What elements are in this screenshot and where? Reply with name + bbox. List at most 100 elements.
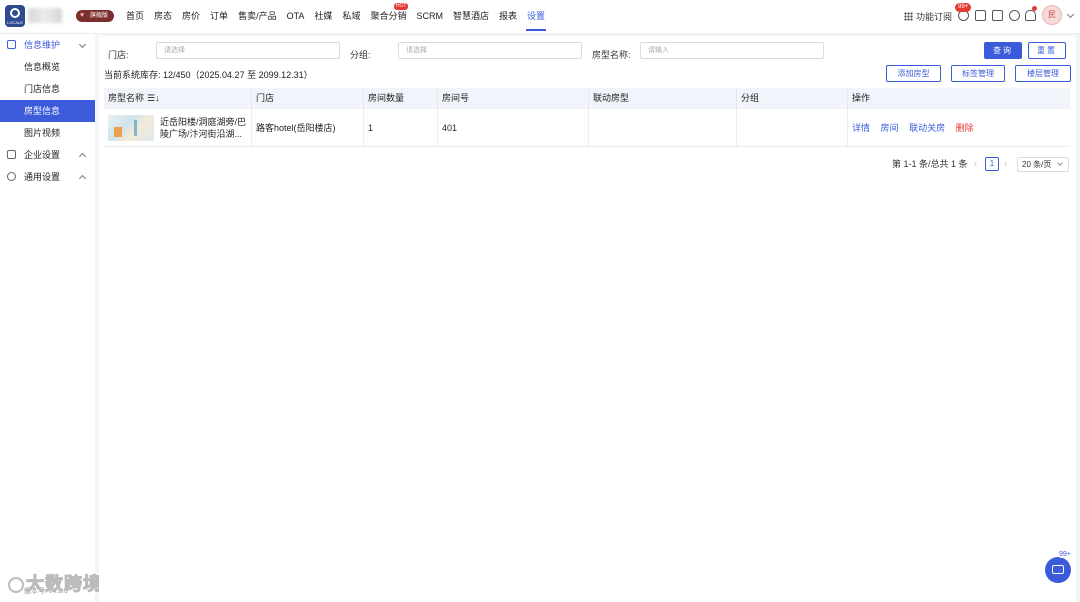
room-type-filter-label: 房型名称: xyxy=(592,50,631,60)
nav-ota[interactable]: OTA xyxy=(282,0,310,33)
nav-products[interactable]: 售卖/产品 xyxy=(233,0,282,33)
detail-link[interactable]: 详情 xyxy=(852,109,870,147)
id-card-icon xyxy=(7,150,16,159)
page-size-label: 20 条/页 xyxy=(1022,160,1052,169)
nav-social[interactable]: 社媒 xyxy=(309,0,337,33)
nav-distribution[interactable]: 聚合分销 HOT xyxy=(365,0,411,33)
edition-badge-label: 旗舰版 xyxy=(90,13,109,19)
col-group: 分组 xyxy=(736,88,847,109)
sidebar-group-info-label: 信息维护 xyxy=(24,40,61,50)
cell-linked-type xyxy=(588,109,736,147)
avatar[interactable]: 民 xyxy=(1042,5,1062,25)
cell-room-number: 401 xyxy=(437,109,588,147)
bell-icon[interactable] xyxy=(1025,10,1036,21)
col-room-count: 房间数量 xyxy=(363,88,437,109)
chevron-down-icon xyxy=(1057,160,1063,166)
sidebar-group-enterprise-label: 企业设置 xyxy=(24,150,61,160)
blurred-account-name xyxy=(28,8,62,23)
room-type-name: 近岳阳楼/洞庭湖旁/巴陵广场/汴河街沿湖... xyxy=(160,117,247,139)
floor-manage-button[interactable]: 楼层管理 xyxy=(1015,65,1071,82)
col-room-type: 房型名称 ☰↓ xyxy=(104,88,251,109)
sidebar-item-overview[interactable]: 信息概览 xyxy=(0,56,95,78)
main-nav: 首页 房态 房价 订单 售卖/产品 OTA 社媒 私域 聚合分销 HOT SCR… xyxy=(121,0,550,33)
col-room-number: 房间号 xyxy=(437,88,588,109)
subscribe-label: 功能订阅 xyxy=(916,12,953,22)
col-room-type-label: 房型名称 xyxy=(108,93,145,103)
room-type-input[interactable]: 请输入 xyxy=(640,42,824,59)
cell-group xyxy=(736,109,847,147)
main-content: 门店: 请选择 分组: 请选择 房型名称: 请输入 查询 重置 当前系统库存: … xyxy=(99,36,1076,602)
chevron-down-icon[interactable] xyxy=(1066,10,1075,19)
top-bar: LOCALE ♥ 旗舰版 首页 房态 房价 订单 售卖/产品 OTA 社媒 私域… xyxy=(0,0,1080,34)
linked-close-link[interactable]: 联动关房 xyxy=(909,109,945,147)
nav-reports[interactable]: 报表 xyxy=(494,0,522,33)
logo-text: LOCALE xyxy=(7,20,23,25)
sidebar: 信息维护 信息概览 门店信息 房型信息 图片视频 企业设置 通用设置 版本号: … xyxy=(0,34,95,602)
cell-store: 路客hotel(岳阳楼店) xyxy=(251,109,363,147)
cell-room-type: 近岳阳楼/洞庭湖旁/巴陵广场/汴河街沿湖... xyxy=(104,109,251,147)
notification-dot xyxy=(1032,6,1037,11)
edit-icon[interactable] xyxy=(992,10,1003,21)
tag-manage-button[interactable]: 标签管理 xyxy=(951,65,1005,82)
group-select[interactable]: 请选择 xyxy=(398,42,582,59)
sidebar-item-room-type[interactable]: 房型信息 xyxy=(0,100,95,122)
subscribe-button[interactable]: 功能订阅 xyxy=(904,10,952,23)
nav-scrm[interactable]: SCRM xyxy=(411,0,448,33)
chat-button[interactable] xyxy=(1045,557,1071,583)
hot-tag: HOT xyxy=(393,3,409,10)
logo-mark-icon xyxy=(10,8,20,18)
sidebar-group-info[interactable]: 信息维护 xyxy=(0,34,95,56)
edition-badge: ♥ 旗舰版 xyxy=(76,10,115,22)
calendar-icon[interactable] xyxy=(975,10,986,21)
chevron-up-icon xyxy=(78,174,87,183)
watermark-logo-icon xyxy=(8,577,24,593)
nav-home[interactable]: 首页 xyxy=(121,0,149,33)
app-logo[interactable]: LOCALE xyxy=(5,5,25,27)
rooms-link[interactable]: 房间 xyxy=(881,109,899,147)
prev-page-icon[interactable]: ‹ xyxy=(974,158,977,168)
store-select[interactable]: 请选择 xyxy=(156,42,340,59)
delete-link[interactable]: 删除 xyxy=(956,109,974,147)
room-thumbnail[interactable] xyxy=(108,115,154,141)
sort-icon[interactable]: ☰↓ xyxy=(147,88,160,109)
nav-room-status[interactable]: 房态 xyxy=(149,0,177,33)
inventory-text: 当前系统库存: 12/450（2025.04.27 至 2099.12.31） xyxy=(104,70,313,80)
watermark-text: 大数跨境 xyxy=(26,574,102,595)
chevron-up-icon xyxy=(78,152,87,161)
sidebar-group-enterprise[interactable]: 企业设置 xyxy=(0,144,95,166)
watermark: 大数跨境 xyxy=(8,570,102,596)
col-linked-type: 联动房型 xyxy=(588,88,736,109)
nav-orders[interactable]: 订单 xyxy=(205,0,233,33)
page-size-select[interactable]: 20 条/页 xyxy=(1017,157,1069,172)
table-row: 近岳阳楼/洞庭湖旁/巴陵广场/汴河街沿湖... 路客hotel(岳阳楼店) 1 … xyxy=(104,109,1070,147)
store-filter-label: 门店: xyxy=(108,50,129,60)
headset-icon[interactable] xyxy=(1009,10,1020,21)
nav-private[interactable]: 私域 xyxy=(337,0,365,33)
next-page-icon[interactable]: › xyxy=(1004,158,1007,168)
sidebar-item-store-info[interactable]: 门店信息 xyxy=(0,78,95,100)
query-button[interactable]: 查询 xyxy=(984,42,1022,59)
nav-settings[interactable]: 设置 xyxy=(522,0,550,33)
reset-button[interactable]: 重置 xyxy=(1028,42,1066,59)
message-badge: 99+ xyxy=(955,3,972,12)
table-header: 房型名称 ☰↓ 门店 房间数量 房间号 联动房型 分组 操作 xyxy=(104,88,1070,109)
heart-icon: ♥ xyxy=(80,12,85,19)
nav-distribution-label: 聚合分销 xyxy=(370,11,407,21)
add-room-type-button[interactable]: 添加房型 xyxy=(886,65,941,82)
cell-actions: 详情 房间 联动关房 删除 xyxy=(847,109,1070,147)
pagination-summary: 第 1-1 条/总共 1 条 xyxy=(892,159,968,169)
chat-icon xyxy=(1052,565,1064,574)
nav-room-price[interactable]: 房价 xyxy=(177,0,205,33)
nav-smart-hotel[interactable]: 智慧酒店 xyxy=(448,0,494,33)
page-1-button[interactable]: 1 xyxy=(985,157,999,171)
sidebar-item-media[interactable]: 图片视频 xyxy=(0,122,95,144)
sidebar-group-general-label: 通用设置 xyxy=(24,172,61,182)
chevron-down-icon xyxy=(78,40,87,49)
document-icon xyxy=(7,40,16,49)
cell-room-count: 1 xyxy=(363,109,437,147)
chat-badge: 99+ xyxy=(1058,551,1072,558)
group-filter-label: 分组: xyxy=(350,50,371,60)
col-store: 门店 xyxy=(251,88,363,109)
sidebar-group-general[interactable]: 通用设置 xyxy=(0,166,95,188)
gear-icon xyxy=(7,172,16,181)
